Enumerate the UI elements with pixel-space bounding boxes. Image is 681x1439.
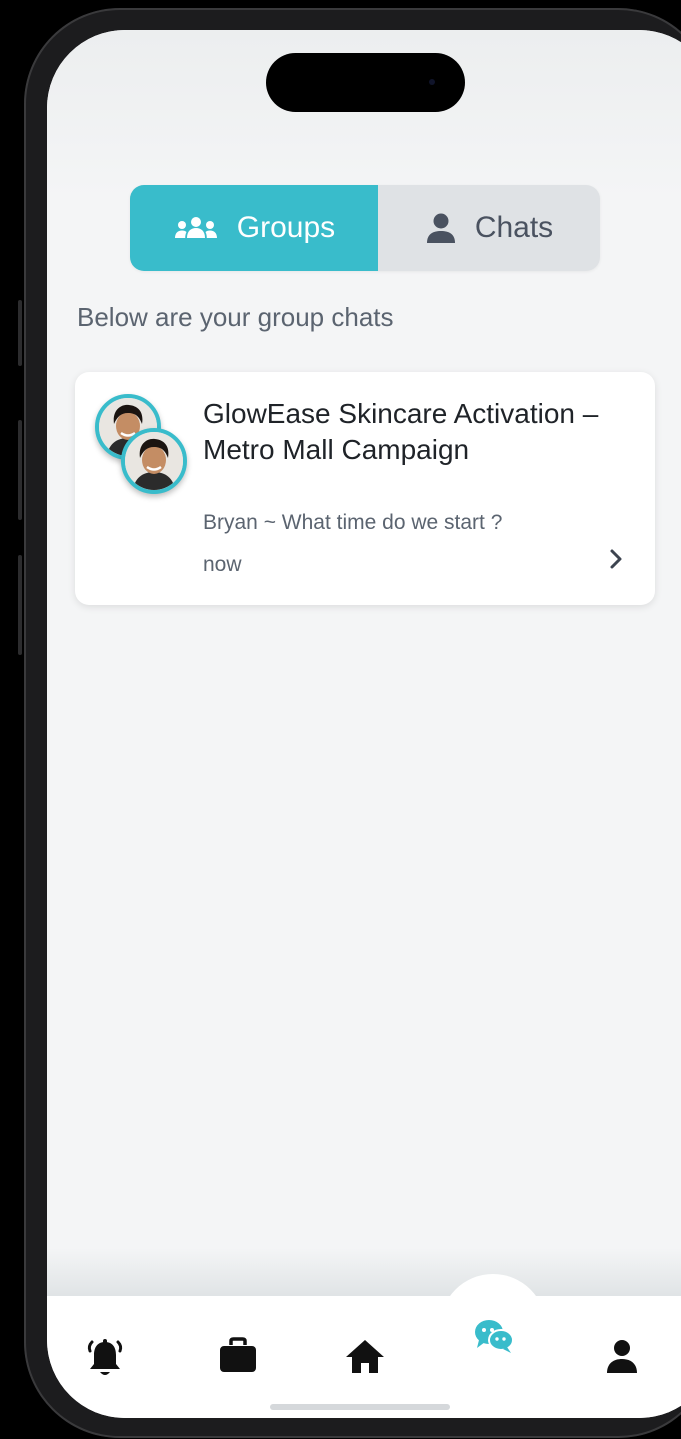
- page-subtitle: Below are your group chats: [77, 302, 394, 332]
- nav-profile[interactable]: [597, 1333, 647, 1383]
- home-icon: [344, 1337, 386, 1380]
- action-button: [18, 300, 22, 366]
- chat-type-tabs: Groups Chats: [130, 185, 600, 271]
- tab-chats-label: Chats: [474, 211, 554, 244]
- dynamic-island: [266, 53, 465, 112]
- nav-home[interactable]: [340, 1333, 390, 1383]
- app-screen: Groups Chats Below are your group chats: [47, 30, 681, 1418]
- device-stage: Groups Chats Below are your group chats: [0, 0, 681, 1439]
- nav-shadow: [47, 1248, 681, 1298]
- camera-icon: [429, 79, 435, 85]
- person-icon: [425, 212, 457, 244]
- chevron-right-icon[interactable]: [609, 548, 623, 575]
- member-avatar: [121, 428, 187, 494]
- nav-chats[interactable]: [469, 1313, 519, 1363]
- volume-down-button: [18, 555, 22, 655]
- user-icon: [604, 1338, 640, 1379]
- nav-notifications[interactable]: [80, 1336, 130, 1386]
- last-message-preview: Bryan ~ What time do we start ?: [203, 511, 503, 534]
- briefcase-icon: [218, 1336, 258, 1380]
- volume-up-button: [18, 420, 22, 520]
- message-timestamp: now: [203, 553, 242, 576]
- groups-icon: [173, 216, 219, 240]
- tab-groups[interactable]: Groups: [130, 185, 378, 271]
- group-chat-card[interactable]: GlowEase Skincare Activation – Metro Mal…: [75, 372, 655, 605]
- group-name: GlowEase Skincare Activation – Metro Mal…: [203, 398, 599, 465]
- bell-icon: [85, 1338, 125, 1385]
- home-indicator: [270, 1404, 450, 1410]
- tab-chats[interactable]: Chats: [378, 185, 600, 271]
- chat-icon: [473, 1317, 515, 1360]
- tab-groups-label: Groups: [236, 211, 336, 244]
- nav-jobs[interactable]: [213, 1333, 263, 1383]
